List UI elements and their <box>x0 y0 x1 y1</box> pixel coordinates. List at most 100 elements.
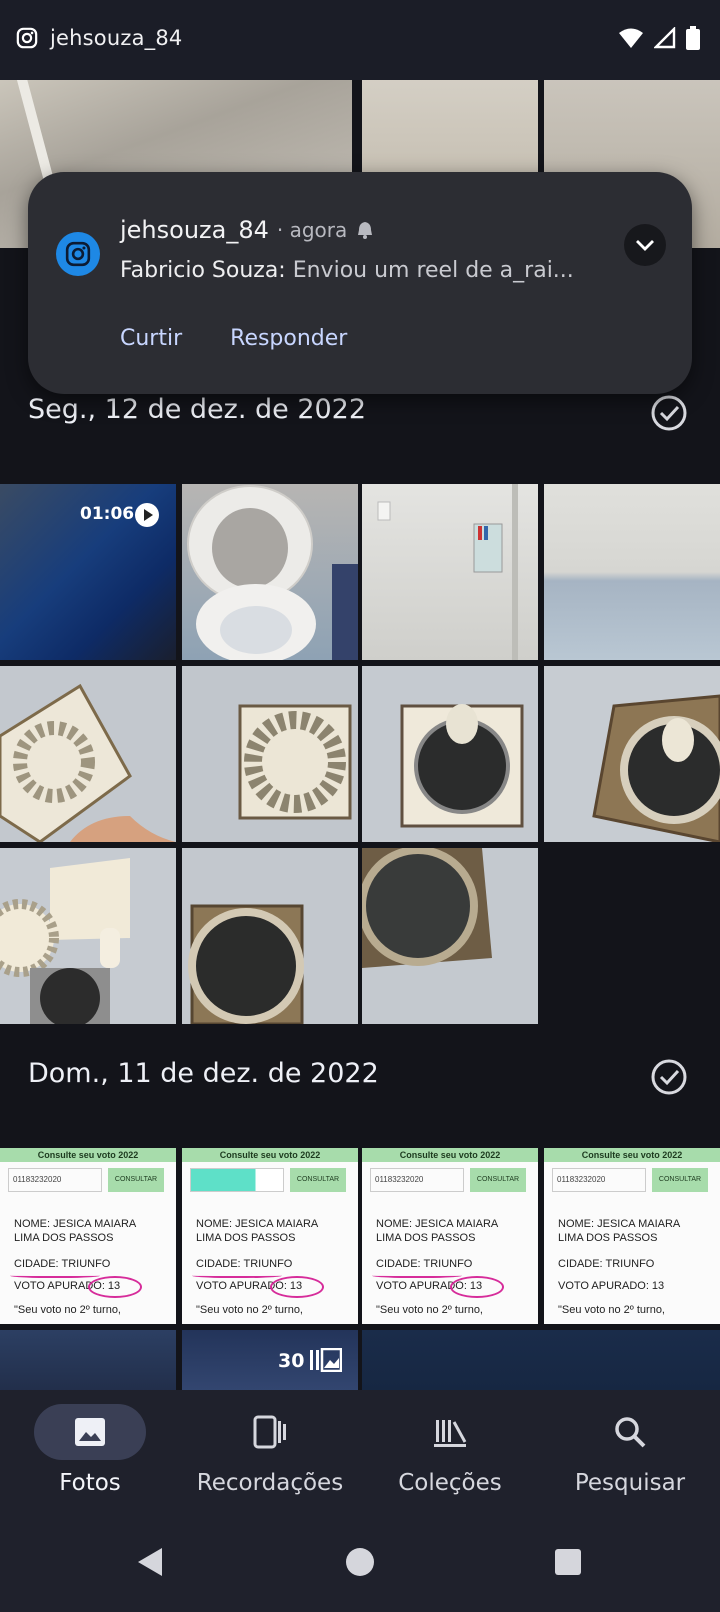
pen-underline-mark <box>192 1272 282 1278</box>
ballot-name: NOME: JESICA MAIARA <box>558 1218 681 1230</box>
notification-body: Fabricio Souza: Enviou um reel de a_rai.… <box>120 258 590 283</box>
bottom-navigation: Fotos Recordações Coleções Pesquisar <box>0 1390 720 1512</box>
ballot-header: Consulte seu voto 2022 <box>0 1148 176 1162</box>
ballot-name: NOME: JESICA MAIARA <box>376 1218 499 1230</box>
screenshot-thumbnail[interactable]: Consulte seu voto 2022 01183232020 CONSULT… <box>544 1148 720 1324</box>
notification-sender: Fabricio Souza: <box>120 258 286 283</box>
nav-item-library[interactable]: Coleções <box>360 1390 540 1512</box>
album-count: 30 <box>278 1350 305 1372</box>
library-icon <box>434 1420 467 1447</box>
photo-thumbnail[interactable] <box>362 666 538 842</box>
home-icon[interactable] <box>344 1546 376 1578</box>
notification-message: Enviou um reel de a_rai... <box>285 258 574 283</box>
ballot-button: CONSULTAR <box>290 1168 346 1192</box>
battery-icon <box>686 26 700 50</box>
vote-result-screenshot: Consulte seu voto 2022 01183232020 CONSULT… <box>362 1148 538 1324</box>
photo-row: 01:06 <box>0 484 720 660</box>
pen-underline-mark <box>10 1272 100 1278</box>
nav-item-memories[interactable]: Recordações <box>180 1390 360 1512</box>
photo-content <box>0 683 176 842</box>
expand-notification-button[interactable] <box>624 224 666 266</box>
photo-grid[interactable]: Seg., 12 de dez. de 2022 01:06 Dom., 11 … <box>0 80 720 1390</box>
photo-thumbnail[interactable] <box>544 666 720 842</box>
like-action-button[interactable]: Curtir <box>120 326 182 351</box>
photo-thumbnail[interactable] <box>182 848 358 1024</box>
ballot-quote: "Seu voto no 2º turno, <box>196 1304 303 1316</box>
photo-content <box>400 704 524 828</box>
search-icon <box>615 1417 646 1448</box>
photo-row: Consulte seu voto 2022 01183232020 CONSULT… <box>0 1148 720 1324</box>
chevron-down-icon <box>636 240 654 251</box>
ballot-button: CONSULTAR <box>652 1168 708 1192</box>
photo-thumbnail[interactable] <box>0 848 176 1024</box>
photo-content <box>362 848 492 968</box>
ballot-header: Consulte seu voto 2022 <box>182 1148 358 1162</box>
photo-thumbnail[interactable] <box>182 484 358 660</box>
ballot-name: LIMA DOS PASSOS <box>376 1232 476 1244</box>
photo-row: 30 <box>0 1330 720 1390</box>
nav-label: Fotos <box>59 1470 121 1496</box>
screenshot-thumbnail[interactable]: Consulte seu voto 2022 01183232020 CONSULT… <box>0 1148 176 1324</box>
ballot-quote: "Seu voto no 2º turno, <box>14 1304 121 1316</box>
photo-row <box>0 848 720 1024</box>
photo-thumbnail[interactable] <box>544 484 720 660</box>
pen-circle-mark <box>88 1276 142 1298</box>
nav-item-search[interactable]: Pesquisar <box>540 1390 720 1512</box>
bell-icon <box>358 222 373 239</box>
vote-result-screenshot: Consulte seu voto 2022 01183232020 CONSULT… <box>544 1148 720 1324</box>
ballot-name: NOME: JESICA MAIARA <box>196 1218 319 1230</box>
pen-circle-mark <box>270 1276 324 1298</box>
nav-label: Pesquisar <box>574 1470 686 1496</box>
notification-app-icon <box>56 232 100 276</box>
play-icon <box>135 503 159 527</box>
video-thumbnail[interactable]: 01:06 <box>0 484 176 660</box>
photo-thumbnail[interactable] <box>0 666 176 842</box>
status-bar-title: jehsouza_84 <box>50 26 183 50</box>
pen-circle-mark <box>450 1276 504 1298</box>
back-icon[interactable] <box>134 1546 166 1578</box>
vote-result-screenshot: Consulte seu voto 2022 CONSULTAR NOME: JES… <box>182 1148 358 1324</box>
date-header: Dom., 11 de dez. de 2022 <box>0 1026 720 1126</box>
screenshot-thumbnail[interactable]: Consulte seu voto 2022 CONSULTAR NOME: JES… <box>182 1148 358 1324</box>
photo-thumbnail[interactable] <box>362 1330 720 1390</box>
photo-thumbnail[interactable] <box>182 666 358 842</box>
screenshot-thumbnail[interactable]: Consulte seu voto 2022 01183232020 CONSULT… <box>362 1148 538 1324</box>
ballot-name: NOME: JESICA MAIARA <box>14 1218 137 1230</box>
photo-content <box>0 858 130 1024</box>
ballot-city: CIDADE: TRIUNFO <box>196 1258 293 1270</box>
notification-time: · agora <box>276 218 348 242</box>
photo-thumbnail[interactable] <box>362 848 538 1024</box>
select-all-check-icon[interactable] <box>650 394 688 432</box>
recents-icon[interactable] <box>552 1546 584 1578</box>
date-label: Seg., 12 de dez. de 2022 <box>28 394 367 425</box>
notification-username: jehsouza_84 <box>120 216 269 244</box>
instagram-icon <box>16 27 38 49</box>
select-all-check-icon[interactable] <box>650 1058 688 1096</box>
ballot-city: CIDADE: TRIUNFO <box>558 1258 655 1270</box>
album-stack-icon <box>310 1348 342 1372</box>
ballot-input <box>190 1168 284 1192</box>
memories-icon <box>253 1415 286 1449</box>
date-label: Dom., 11 de dez. de 2022 <box>28 1058 379 1089</box>
ballot-name: LIMA DOS PASSOS <box>14 1232 114 1244</box>
photo-content <box>188 904 304 1024</box>
ballot-input: 01183232020 <box>8 1168 102 1192</box>
wifi-icon <box>619 28 643 48</box>
nav-item-photos[interactable]: Fotos <box>0 1390 180 1512</box>
ballot-header: Consulte seu voto 2022 <box>362 1148 538 1162</box>
ballot-input: 01183232020 <box>552 1168 646 1192</box>
status-bar: jehsouza_84 <box>0 0 720 80</box>
ballot-button: CONSULTAR <box>108 1168 164 1192</box>
photo-thumbnail[interactable] <box>362 484 538 660</box>
instagram-icon <box>65 241 91 267</box>
photo-content <box>592 694 720 842</box>
photo-thumbnail[interactable] <box>0 1330 176 1390</box>
photo-content <box>377 484 518 660</box>
pen-underline-mark <box>372 1272 462 1278</box>
ballot-quote: "Seu voto no 2º turno, <box>558 1304 665 1316</box>
photo-row <box>0 666 720 842</box>
video-duration: 01:06 <box>80 504 135 524</box>
reply-action-button[interactable]: Responder <box>230 326 347 351</box>
instagram-notification[interactable]: jehsouza_84 · agora Fabricio Souza: Envi… <box>28 172 692 394</box>
album-thumbnail[interactable]: 30 <box>182 1330 358 1390</box>
